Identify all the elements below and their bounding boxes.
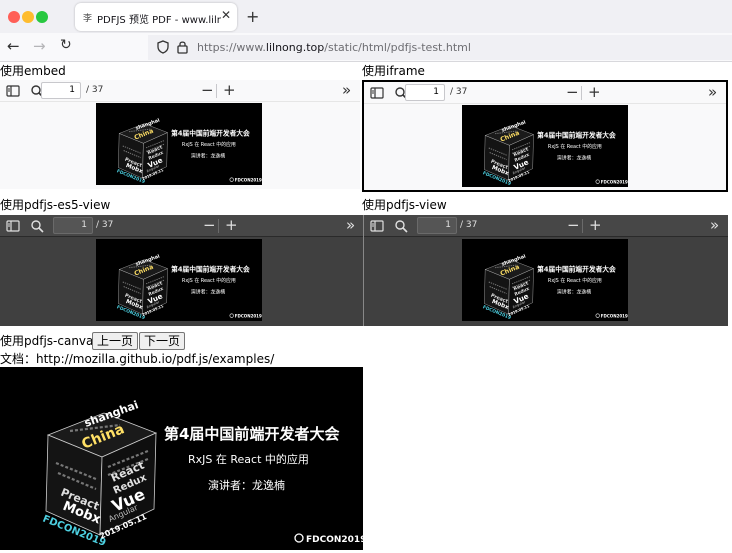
toolbar-separator: [582, 219, 583, 233]
slide-logo: FDCON2019: [235, 313, 262, 318]
tools-menu-icon[interactable]: »: [710, 216, 719, 234]
iframe-label: 使用iframe: [362, 64, 425, 78]
toolbar-separator: [581, 86, 582, 100]
toolbar-separator: [218, 219, 219, 233]
iframe-viewer[interactable]: 1 / 37 − + » shanghai China React Redux Vue Angula…: [362, 80, 728, 192]
page-number-input[interactable]: 1: [405, 84, 445, 101]
reload-icon[interactable]: ↻: [60, 37, 72, 53]
close-tab-icon[interactable]: ✕: [221, 8, 231, 22]
pdf-toolbar: 1 / 37 − + »: [364, 82, 726, 104]
slide-logo: FDCON2019: [306, 535, 363, 545]
slide-speaker: 演讲者：龙逸楠: [208, 478, 285, 492]
url-text: https://www.lilnong.top/static/html/pdfj…: [197, 41, 471, 54]
zoom-out-icon[interactable]: −: [567, 216, 580, 234]
tools-menu-icon[interactable]: »: [342, 81, 351, 99]
zoom-out-icon[interactable]: −: [203, 216, 216, 234]
new-tab-icon[interactable]: +: [246, 7, 259, 26]
pdf-toolbar: 1/ 37 − + »: [364, 215, 728, 237]
canvas-label: 使用pdfjs-canvas: [0, 334, 100, 348]
tab-title: PDFJS 预览 PDF - www.lilnong.top: [97, 15, 221, 26]
tracking-shield-icon[interactable]: [157, 40, 169, 54]
tools-menu-icon[interactable]: »: [346, 216, 355, 234]
sidebar-toggle-icon[interactable]: [6, 219, 20, 233]
pdf-page: shanghai China React Redux Vue Angular Mobx Pre…: [96, 239, 262, 321]
slide-graphic: shanghaiChinaReactReduxVueAngularMobxPre…: [97, 103, 262, 185]
zoom-out-icon[interactable]: −: [566, 83, 579, 101]
browser-tab[interactable]: 李 PDFJS 预览 PDF - www.lilnong.top ✕: [75, 3, 237, 31]
slide-logo: FDCON2019: [235, 177, 262, 182]
back-arrow-icon[interactable]: ←: [7, 37, 20, 55]
slide-subtitle: RxJS 在 React 中的应用: [548, 277, 602, 284]
slide-graphic: shanghaiChinaReactReduxVueAngularMobxPre…: [463, 105, 628, 187]
canvas-slide: shanghai China React Redux Vue Angular Mobx Pre…: [0, 367, 363, 550]
next-page-button[interactable]: 下一页: [139, 332, 186, 350]
page-number-input[interactable]: 1: [53, 217, 93, 234]
page-number-input[interactable]: 1: [41, 82, 81, 99]
forward-arrow-icon[interactable]: →: [33, 37, 46, 55]
sidebar-toggle-icon[interactable]: [370, 86, 384, 100]
slide-title: 第4届中国前端开发者大会: [537, 264, 616, 273]
address-bar[interactable]: https://www.lilnong.top/static/html/pdfj…: [148, 35, 732, 60]
favicon-icon: 李: [83, 14, 93, 24]
pdf-page: shanghai China React Redux Vue Angular Mobx Pre…: [96, 103, 262, 185]
slide-title: 第4届中国前端开发者大会: [171, 264, 250, 273]
slide-graphic: shanghaiChinaReactReduxVueAngularMobxPre…: [0, 367, 363, 550]
slide-title: 第4届中国前端开发者大会: [537, 130, 616, 139]
maximize-window-button[interactable]: [36, 11, 48, 23]
zoom-in-icon[interactable]: +: [223, 81, 236, 99]
total-pages-text: / 37: [450, 87, 468, 97]
slide-subtitle: RxJS 在 React 中的应用: [182, 277, 236, 284]
zoom-out-icon[interactable]: −: [201, 81, 214, 99]
slide-speaker: 演讲者：龙逸楠: [191, 289, 225, 296]
search-icon[interactable]: [394, 219, 408, 233]
docs-link-text: 文档：http://mozilla.github.io/pdf.js/examp…: [0, 352, 275, 366]
embed-viewer[interactable]: 1 / 37 − + » shanghai China React Redux Vue Angula…: [0, 80, 360, 189]
slide-graphic: shanghaiChinaReactReduxVueAngularMobxPre…: [463, 239, 628, 321]
embed-label: 使用embed: [0, 64, 66, 78]
lock-icon[interactable]: [177, 40, 188, 54]
slide-logo: FDCON2019: [601, 179, 628, 184]
navigation-bar: ← → ↻ https://www.lilnong.top/static/htm…: [0, 33, 732, 62]
slide-title: 第4届中国前端开发者大会: [164, 425, 339, 443]
sidebar-toggle-icon[interactable]: [370, 219, 384, 233]
slide-graphic: shanghaiChinaReactReduxVueAngularMobxPre…: [97, 239, 262, 321]
pdfjs-viewer[interactable]: 1/ 37 − + » shanghai China React Redux Vue Angula…: [363, 215, 728, 326]
slide-title: 第4届中国前端开发者大会: [171, 128, 250, 137]
prev-page-button[interactable]: 上一页: [92, 332, 139, 350]
total-pages-text: / 37: [96, 220, 114, 230]
minimize-window-button[interactable]: [22, 11, 34, 23]
slide-subtitle: RxJS 在 React 中的应用: [188, 452, 309, 466]
toolbar-separator: [216, 84, 217, 98]
slide-speaker: 演讲者：龙逸楠: [557, 289, 591, 296]
pdf-toolbar: 1/ 37 − + »: [0, 215, 364, 237]
sidebar-toggle-icon[interactable]: [6, 84, 20, 98]
slide-subtitle: RxJS 在 React 中的应用: [548, 143, 602, 150]
total-pages-text: / 37: [460, 220, 478, 230]
zoom-in-icon[interactable]: +: [225, 216, 238, 234]
zoom-in-icon[interactable]: +: [589, 216, 602, 234]
close-window-button[interactable]: [8, 11, 20, 23]
slide-logo: FDCON2019: [601, 313, 628, 318]
tools-menu-icon[interactable]: »: [708, 83, 717, 101]
page-number-input[interactable]: 1: [417, 217, 457, 234]
pdfjs-view-label: 使用pdfjs-view: [362, 198, 447, 212]
pdf-page: shanghai China React Redux Vue Angular Mobx Pre…: [462, 239, 628, 321]
pdf-toolbar: 1 / 37 − + »: [0, 80, 360, 102]
total-pages-text: / 37: [86, 85, 104, 95]
pdf-page: shanghai China React Redux Vue Angular Mobx Pre…: [462, 105, 628, 187]
es5-view-label: 使用pdfjs-es5-view: [0, 198, 111, 212]
zoom-in-icon[interactable]: +: [588, 83, 601, 101]
browser-tab-strip: 李 PDFJS 预览 PDF - www.lilnong.top ✕ +: [0, 0, 732, 33]
slide-subtitle: RxJS 在 React 中的应用: [182, 141, 236, 148]
slide-speaker: 演讲者：龙逸楠: [191, 153, 225, 160]
es5-viewer[interactable]: 1/ 37 − + » shanghai China React Redux Vue Angula…: [0, 215, 364, 326]
slide-speaker: 演讲者：龙逸楠: [557, 155, 591, 162]
search-icon[interactable]: [30, 219, 44, 233]
